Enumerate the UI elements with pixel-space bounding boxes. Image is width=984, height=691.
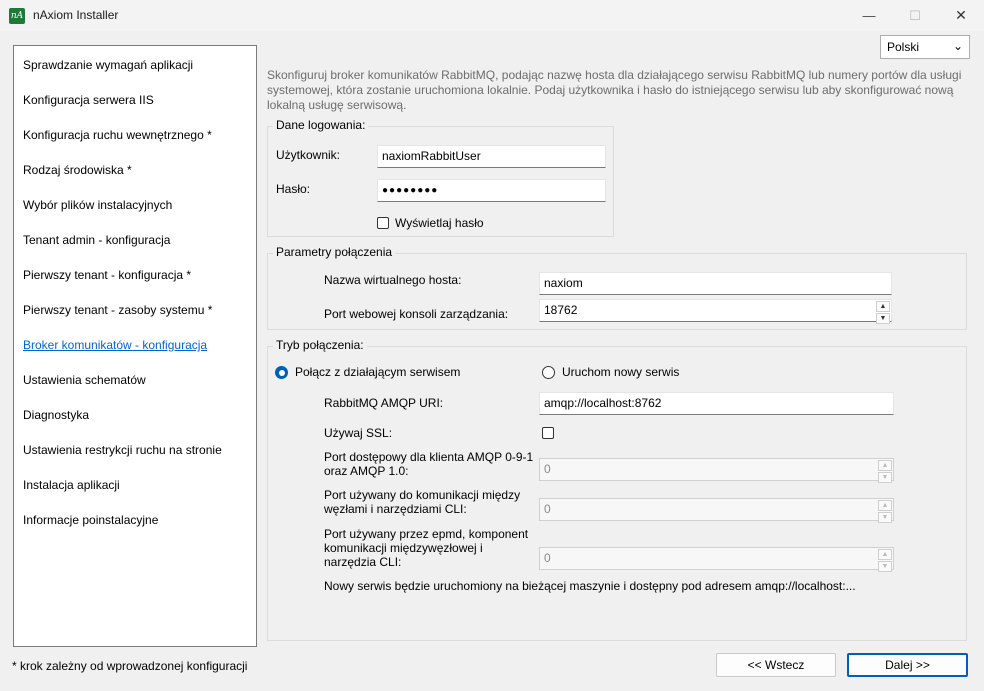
steps-sidebar: Sprawdzanie wymagań aplikacji Konfigurac… [13,45,257,647]
node-port-spin: ▲ ▼ [878,500,892,524]
node-port-stepper[interactable]: 0 ▲ ▼ [539,498,894,524]
connection-mode-group: Tryb połączenia: Połącz z działającym se… [267,338,967,641]
footnote: * krok zależny od wprowadzonej konfigura… [12,659,248,673]
node-port-label-line1: Port używany do komunikacji między [324,488,521,502]
radio-new-service[interactable] [542,366,555,379]
spin-up-icon: ▲ [878,460,892,471]
title-bar[interactable]: nA nAxiom Installer — ☐ ✕ [0,0,984,31]
sidebar-item-first-tenant-config[interactable]: Pierwszy tenant - konfiguracja * [23,268,191,282]
spin-up-icon[interactable]: ▲ [876,301,890,312]
spin-down-icon: ▼ [878,512,892,523]
console-port-stepper[interactable]: 18762 ▲ ▼ [539,299,892,325]
console-port-label: Port webowej konsoli zarządzania: [324,307,509,321]
password-label: Hasło: [276,182,311,196]
chevron-down-icon: ⌄ [952,39,963,53]
new-service-info: Nowy serwis będzie uruchomiony na bieżąc… [324,579,856,593]
close-button[interactable]: ✕ [938,0,984,31]
login-group: Dane logowania: Użytkownik: naxiomRabbit… [267,118,614,237]
ssl-label: Używaj SSL: [324,426,393,440]
node-port-label-line2: węzłami i narzędziami CLI: [324,502,467,516]
connection-mode-legend: Tryb połączenia: [273,338,367,352]
vhost-label: Nazwa wirtualnego hosta: [324,273,462,287]
sidebar-item-first-tenant-resources[interactable]: Pierwszy tenant - zasoby systemu * [23,303,212,317]
uri-label: RabbitMQ AMQP URI: [324,396,444,410]
epmd-port-value: 0 [544,551,551,565]
spin-down-icon: ▼ [878,561,892,572]
spin-up-icon: ▲ [878,549,892,560]
app-icon: nA [9,8,25,24]
sidebar-item-tenant-admin[interactable]: Tenant admin - konfiguracja [23,233,170,247]
language-select[interactable]: Polski ⌄ [880,35,970,59]
maximize-button[interactable]: ☐ [892,0,938,31]
amqp-port-stepper[interactable]: 0 ▲ ▼ [539,458,894,484]
spin-down-icon: ▼ [878,472,892,483]
amqp-port-spin: ▲ ▼ [878,460,892,484]
amqp-port-label-line2: oraz AMQP 1.0: [324,464,409,478]
back-button[interactable]: << Wstecz [716,653,836,677]
amqp-port-label-line1: Port dostępowy dla klienta AMQP 0-9-1 [324,450,534,464]
login-legend: Dane logowania: [273,118,369,132]
sidebar-item-iis[interactable]: Konfiguracja serwera IIS [23,93,154,107]
sidebar-item-internal-traffic[interactable]: Konfiguracja ruchu wewnętrznego * [23,128,212,142]
sidebar-item-install-files[interactable]: Wybór plików instalacyjnych [23,198,172,212]
radio-new-label: Uruchom nowy serwis [562,365,680,379]
next-button[interactable]: Dalej >> [847,653,968,677]
sidebar-item-post-install[interactable]: Informacje poinstalacyjne [23,513,158,527]
uri-input[interactable]: amqp://localhost:8762 [539,392,894,415]
sidebar-item-requirements[interactable]: Sprawdzanie wymagań aplikacji [23,58,193,72]
epmd-port-label-line3: narzędzia CLI: [324,555,402,569]
sidebar-item-schemas[interactable]: Ustawienia schematów [23,373,146,387]
connection-params-legend: Parametry połączenia [273,245,396,259]
epmd-port-label-line2: komunikacji międzywęzłowej i [324,541,483,555]
page-description: Skonfiguruj broker komunikatów RabbitMQ,… [267,68,962,112]
minimize-button[interactable]: — [846,0,892,31]
password-input[interactable]: ●●●●●●●● [377,179,606,202]
ssl-checkbox[interactable] [542,427,554,439]
console-port-value: 18762 [544,303,578,317]
window-title: nAxiom Installer [33,8,119,22]
vhost-input[interactable]: naxiom [539,272,892,295]
sidebar-item-environment[interactable]: Rodzaj środowiska * [23,163,132,177]
console-port-spin[interactable]: ▲ ▼ [876,301,890,325]
spin-down-icon[interactable]: ▼ [876,313,890,324]
epmd-port-spin: ▲ ▼ [878,549,892,573]
sidebar-item-diagnostics[interactable]: Diagnostyka [23,408,89,422]
sidebar-item-traffic-restrictions[interactable]: Ustawienia restrykcji ruchu na stronie [23,443,222,457]
epmd-port-label-line1: Port używany przez epmd, komponent [324,527,529,541]
user-label: Użytkownik: [276,148,341,162]
user-input[interactable]: naxiomRabbitUser [377,145,606,168]
radio-existing-label: Połącz z działającym serwisem [295,365,461,379]
epmd-port-stepper[interactable]: 0 ▲ ▼ [539,547,894,573]
sidebar-item-message-broker[interactable]: Broker komunikatów - konfiguracja [23,338,207,352]
show-password-label: Wyświetlaj hasło [395,216,484,230]
show-password-checkbox[interactable] [377,217,389,229]
spin-up-icon: ▲ [878,500,892,511]
radio-existing-service[interactable] [275,366,288,379]
amqp-port-value: 0 [544,462,551,476]
sidebar-item-install[interactable]: Instalacja aplikacji [23,478,120,492]
node-port-value: 0 [544,502,551,516]
connection-params-group: Parametry połączenia Nazwa wirtualnego h… [267,245,967,330]
language-selected: Polski [887,40,920,54]
